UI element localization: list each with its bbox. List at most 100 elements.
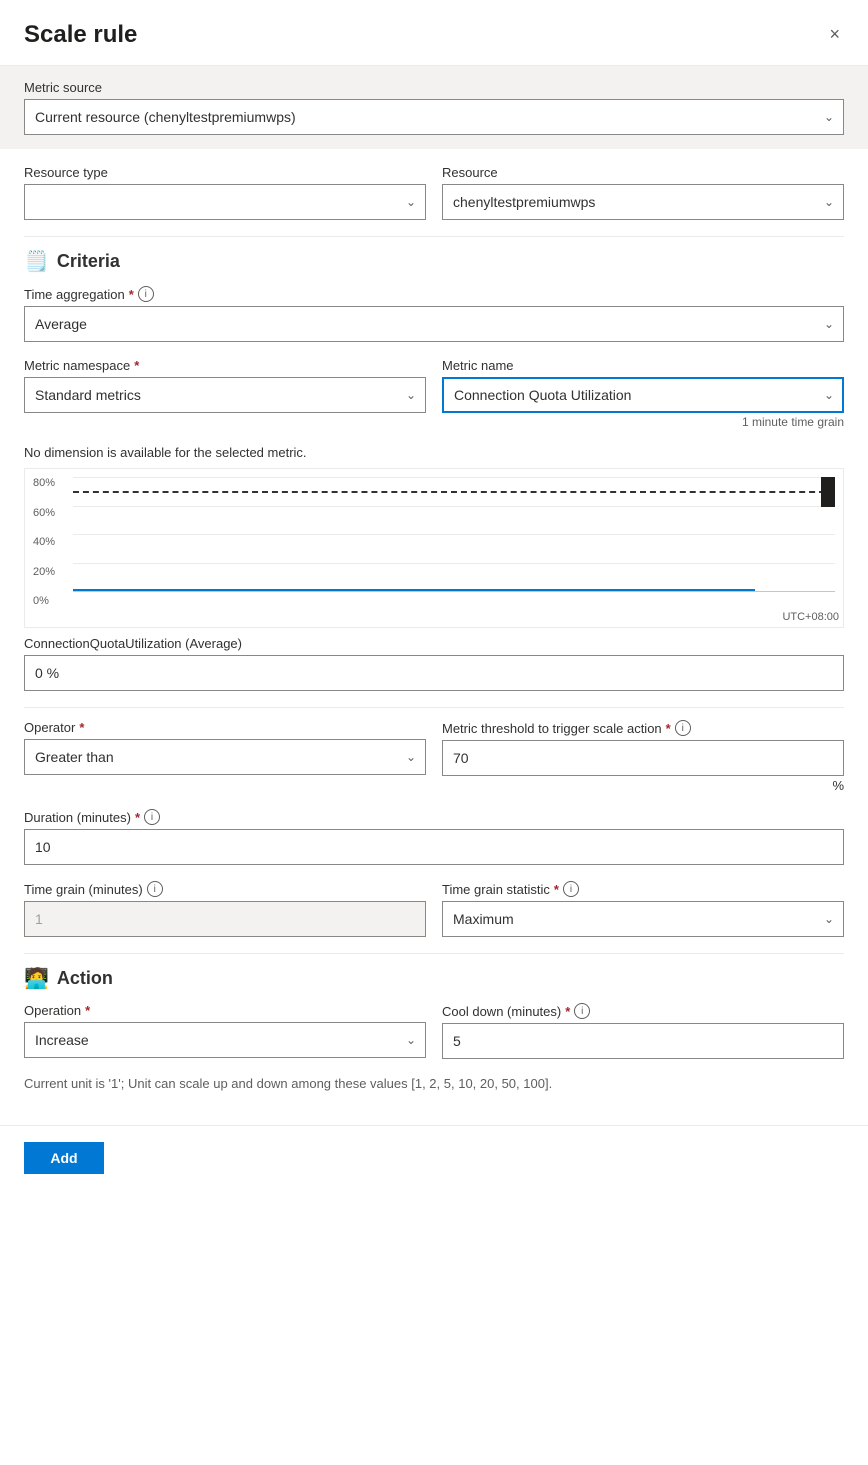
- time-aggregation-select[interactable]: Average: [24, 306, 844, 342]
- operator-wrapper: Greater than ⌄: [24, 739, 426, 775]
- metric-threshold-label: Metric threshold to trigger scale action…: [442, 720, 844, 736]
- metric-row: Metric namespace * Standard metrics ⌄ Me…: [24, 358, 844, 429]
- metric-source-select[interactable]: Current resource (chenyltestpremiumwps): [24, 99, 844, 135]
- y-label-20: 20%: [33, 566, 68, 578]
- criteria-title: Criteria: [57, 251, 120, 272]
- panel-body: Resource type ⌄ Resource chenyltestpremi…: [0, 149, 868, 1117]
- metric-namespace-select[interactable]: Standard metrics: [24, 377, 426, 413]
- metric-source-section: Metric source Current resource (chenylte…: [0, 66, 868, 149]
- cool-down-info-icon[interactable]: i: [574, 1003, 590, 1019]
- resource-type-label: Resource type: [24, 165, 426, 180]
- time-aggregation-label: Time aggregation * i: [24, 286, 844, 302]
- divider-2: [24, 707, 844, 708]
- chart-y-labels: 80% 60% 40% 20% 0%: [33, 477, 68, 607]
- resource-type-wrapper: ⌄: [24, 184, 426, 220]
- time-aggregation-required: *: [129, 287, 134, 302]
- metric-source-label: Metric source: [24, 80, 844, 95]
- operation-cooldown-row: Operation * Increase ⌄ Cool down (minute…: [24, 1003, 844, 1059]
- time-grain-statistic-required: *: [554, 882, 559, 897]
- y-label-0: 0%: [33, 595, 68, 607]
- duration-input[interactable]: [24, 829, 844, 865]
- operation-field: Operation * Increase ⌄: [24, 1003, 426, 1059]
- resource-wrapper: chenyltestpremiumwps ⌄: [442, 184, 844, 220]
- metric-value-label: ConnectionQuotaUtilization (Average): [24, 636, 844, 651]
- operator-field: Operator * Greater than ⌄: [24, 720, 426, 793]
- cool-down-input[interactable]: [442, 1023, 844, 1059]
- operation-select[interactable]: Increase: [24, 1022, 426, 1058]
- metric-name-select[interactable]: Connection Quota Utilization: [442, 377, 844, 413]
- metric-namespace-label: Metric namespace *: [24, 358, 426, 373]
- close-button[interactable]: ×: [825, 20, 844, 49]
- resource-type-field: Resource type ⌄: [24, 165, 426, 220]
- panel-title: Scale rule: [24, 21, 137, 49]
- metric-threshold-field: Metric threshold to trigger scale action…: [442, 720, 844, 793]
- cool-down-label: Cool down (minutes) * i: [442, 1003, 844, 1019]
- resource-row: Resource type ⌄ Resource chenyltestpremi…: [24, 165, 844, 220]
- operation-wrapper: Increase ⌄: [24, 1022, 426, 1058]
- metric-namespace-field: Metric namespace * Standard metrics ⌄: [24, 358, 426, 429]
- metric-threshold-input[interactable]: [442, 740, 844, 776]
- operator-required: *: [79, 720, 84, 735]
- y-label-40: 40%: [33, 536, 68, 548]
- criteria-header: 🗒️ Criteria: [24, 249, 844, 274]
- time-grain-note: 1 minute time grain: [442, 415, 844, 429]
- chart-black-block: [821, 477, 835, 507]
- time-grain-minutes-input: [24, 901, 426, 937]
- operator-threshold-row: Operator * Greater than ⌄ Metric thresho…: [24, 720, 844, 793]
- duration-required: *: [135, 810, 140, 825]
- time-grain-minutes-field: Time grain (minutes) i: [24, 881, 426, 937]
- bottom-note: Current unit is '1'; Unit can scale up a…: [24, 1075, 844, 1093]
- operation-required: *: [85, 1003, 90, 1018]
- operator-select[interactable]: Greater than: [24, 739, 426, 775]
- time-grain-statistic-wrapper: Maximum ⌄: [442, 901, 844, 937]
- grid-line-60: [73, 506, 835, 507]
- chart-blue-line: [73, 589, 755, 591]
- duration-info-icon[interactable]: i: [144, 809, 160, 825]
- scale-rule-panel: Scale rule × Metric source Current resou…: [0, 0, 868, 1190]
- divider-3: [24, 953, 844, 954]
- resource-select[interactable]: chenyltestpremiumwps: [442, 184, 844, 220]
- grid-line-40: [73, 534, 835, 535]
- metric-threshold-required: *: [666, 721, 671, 736]
- cool-down-field: Cool down (minutes) * i: [442, 1003, 844, 1059]
- chart-area: [73, 477, 835, 592]
- grid-line-80: [73, 477, 835, 478]
- metric-namespace-wrapper: Standard metrics ⌄: [24, 377, 426, 413]
- y-label-60: 60%: [33, 507, 68, 519]
- action-title: Action: [57, 968, 113, 989]
- action-icon: 🧑‍💻: [24, 966, 49, 991]
- duration-section: Duration (minutes) * i: [24, 809, 844, 865]
- time-aggregation-info-icon[interactable]: i: [138, 286, 154, 302]
- duration-label: Duration (minutes) * i: [24, 809, 844, 825]
- operation-label: Operation *: [24, 1003, 426, 1018]
- time-aggregation-section: Time aggregation * i Average ⌄: [24, 286, 844, 342]
- resource-type-select[interactable]: [24, 184, 426, 220]
- criteria-icon: 🗒️: [24, 249, 49, 274]
- panel-footer: Add: [0, 1125, 868, 1190]
- time-grain-minutes-label: Time grain (minutes) i: [24, 881, 426, 897]
- metric-value-section: ConnectionQuotaUtilization (Average) 0 %: [24, 636, 844, 691]
- chart-inner: 80% 60% 40% 20% 0%: [33, 477, 835, 607]
- metric-name-field: Metric name Connection Quota Utilization…: [442, 358, 844, 429]
- time-grain-statistic-field: Time grain statistic * i Maximum ⌄: [442, 881, 844, 937]
- operator-label: Operator *: [24, 720, 426, 735]
- resource-label: Resource: [442, 165, 844, 180]
- metric-threshold-unit: %: [442, 778, 844, 793]
- panel-header: Scale rule ×: [0, 0, 868, 66]
- threshold-dashed-line: [73, 491, 835, 493]
- metric-threshold-info-icon[interactable]: i: [675, 720, 691, 736]
- divider-1: [24, 236, 844, 237]
- metric-namespace-required: *: [134, 358, 139, 373]
- add-button[interactable]: Add: [24, 1142, 104, 1174]
- metric-name-wrapper: Connection Quota Utilization ⌄: [442, 377, 844, 413]
- metric-chart: 80% 60% 40% 20% 0%: [24, 468, 844, 628]
- resource-field: Resource chenyltestpremiumwps ⌄: [442, 165, 844, 220]
- time-grain-minutes-info-icon[interactable]: i: [147, 881, 163, 897]
- action-header: 🧑‍💻 Action: [24, 966, 844, 991]
- metric-value-display: 0 %: [24, 655, 844, 691]
- time-grain-row: Time grain (minutes) i Time grain statis…: [24, 881, 844, 937]
- metric-source-wrapper: Current resource (chenyltestpremiumwps) …: [24, 99, 844, 135]
- grid-line-20: [73, 563, 835, 564]
- time-grain-statistic-info-icon[interactable]: i: [563, 881, 579, 897]
- time-grain-statistic-select[interactable]: Maximum: [442, 901, 844, 937]
